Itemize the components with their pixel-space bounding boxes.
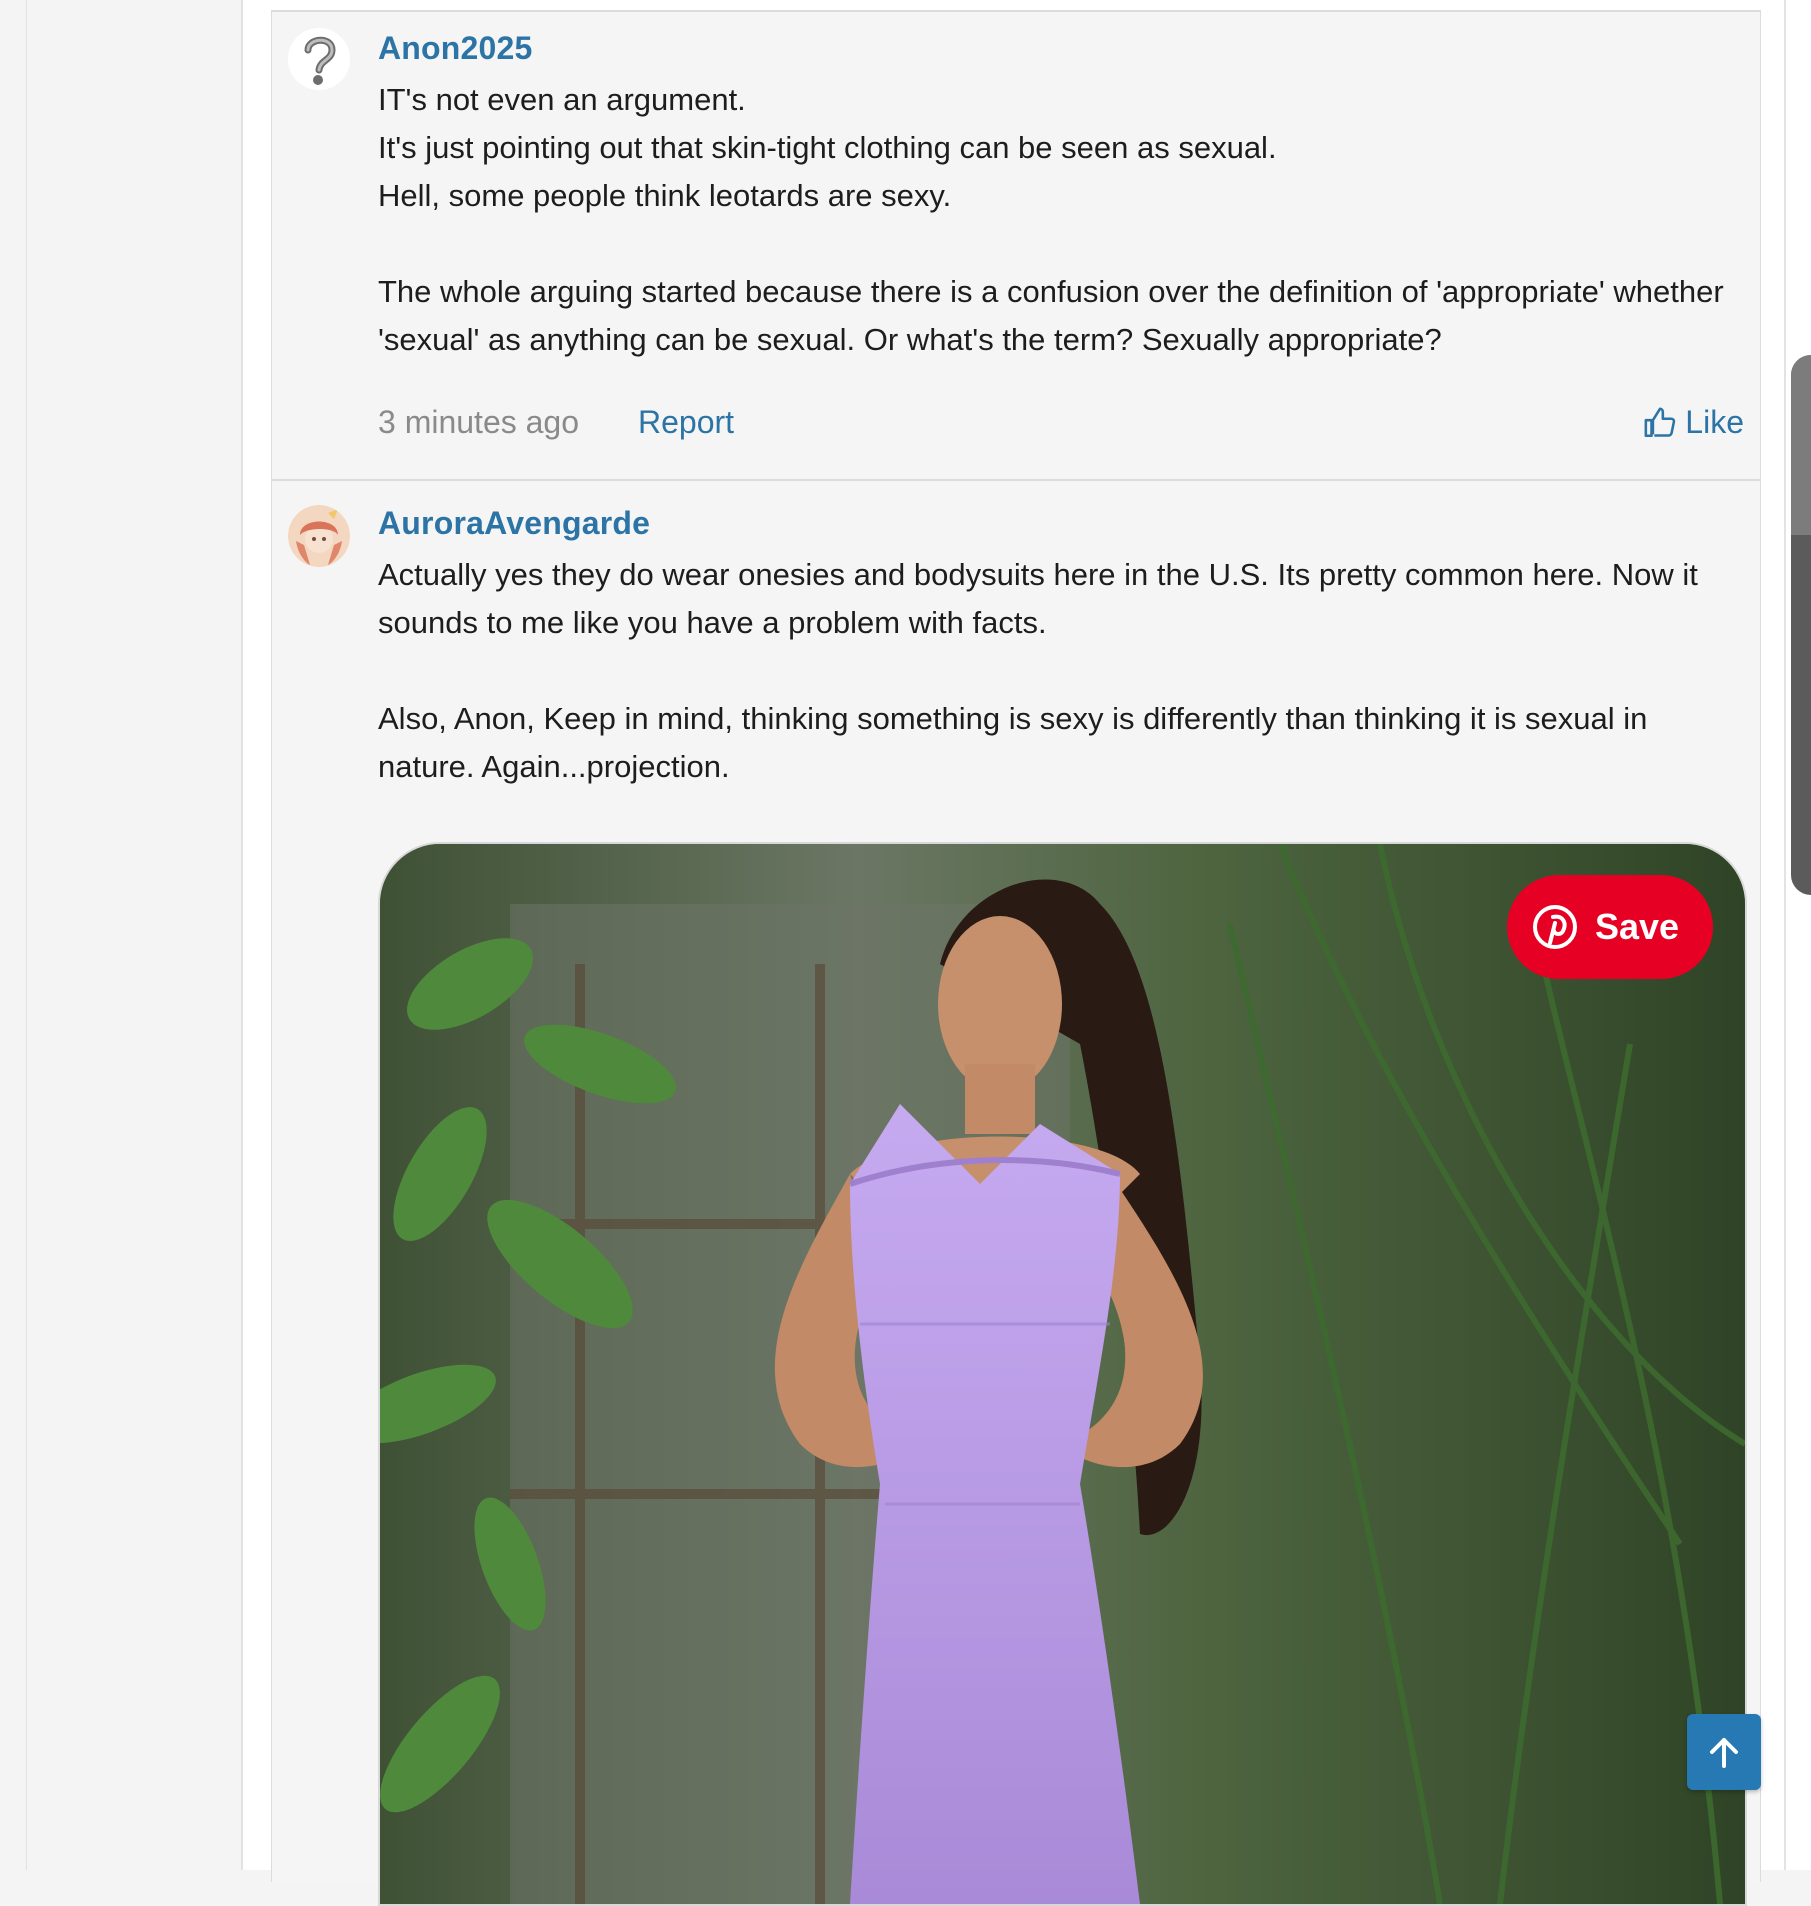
scrollbar-handle[interactable] [1791, 355, 1811, 895]
jungle-photo [380, 844, 1745, 1904]
report-link[interactable]: Report [638, 404, 734, 441]
arrow-up-icon [1710, 1738, 1738, 1768]
comment-body: IT's not even an argument. It's just poi… [378, 76, 1748, 364]
user-avatar[interactable] [288, 28, 350, 90]
comment-timestamp: 3 minutes ago [378, 404, 580, 440]
comment-meta: 3 minutes ago Report Like [378, 400, 1744, 444]
comment-line: The whole arguing started because there … [378, 274, 1724, 357]
comment: AuroraAvengarde Actually yes they do wea… [272, 481, 1760, 1906]
back-to-top-button[interactable] [1687, 1714, 1761, 1790]
thumbs-up-icon [1644, 407, 1676, 437]
right-gutter [1784, 0, 1811, 1870]
comment-line: It's just pointing out that skin-tight c… [378, 130, 1277, 165]
comment: Anon2025 IT's not even an argument. It's… [272, 12, 1760, 481]
comment-line: Actually yes they do wear onesies and bo… [378, 557, 1698, 640]
question-mark-avatar-icon [288, 28, 350, 90]
comment-body: Actually yes they do wear onesies and bo… [378, 551, 1748, 791]
user-avatar[interactable] [288, 505, 350, 567]
comment-username[interactable]: AuroraAvengarde [378, 505, 650, 542]
comment-line: IT's not even an argument. [378, 82, 746, 117]
left-column [0, 0, 243, 1870]
comment-thread: Anon2025 IT's not even an argument. It's… [271, 10, 1761, 1906]
like-button[interactable]: Like [1643, 404, 1744, 441]
pinterest-icon [1533, 905, 1577, 949]
comment-image[interactable]: Save [378, 842, 1747, 1906]
comment-line: Also, Anon, Keep in mind, thinking somet… [378, 701, 1648, 784]
comment-line: Hell, some people think leotards are sex… [378, 178, 952, 213]
pinterest-save-button[interactable]: Save [1507, 875, 1713, 979]
save-label: Save [1595, 906, 1680, 947]
anime-character-avatar-icon [288, 505, 350, 567]
comment-username[interactable]: Anon2025 [378, 30, 533, 67]
like-label: Like [1685, 404, 1744, 440]
